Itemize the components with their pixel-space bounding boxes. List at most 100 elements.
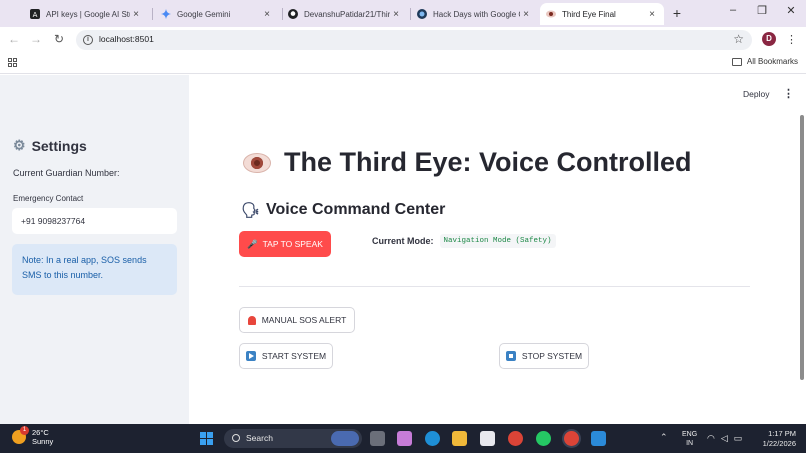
chrome-icon[interactable] xyxy=(508,431,523,446)
mode-value: Navigation Mode (Safety) xyxy=(439,234,556,248)
deploy-button[interactable]: Deploy xyxy=(743,89,769,99)
tab-label: Third Eye Final xyxy=(562,9,616,19)
edge-icon[interactable] xyxy=(425,431,440,446)
temperature: 26°C xyxy=(32,428,49,437)
back-icon[interactable]: ← xyxy=(7,32,21,46)
close-window-button[interactable]: ✕ xyxy=(784,4,798,17)
forward-icon[interactable]: → xyxy=(29,32,43,46)
notification-badge: 1 xyxy=(20,426,29,435)
streamlit-icon xyxy=(546,9,556,19)
folder-icon xyxy=(731,57,742,66)
tab-gemini[interactable]: Google Gemini × xyxy=(155,3,279,25)
file-explorer-icon[interactable] xyxy=(452,431,467,446)
tab-hack-days[interactable]: Hack Days with Google Cloud × xyxy=(411,3,538,25)
tap-to-speak-button[interactable]: 🎤 TAP TO SPEAK xyxy=(239,231,331,257)
page-title: The Third Eye: Voice Controlled xyxy=(243,147,692,178)
main-content: Deploy ⋮ The Third Eye: Voice Controlled… xyxy=(189,75,806,424)
tab-third-eye-final[interactable]: Third Eye Final × xyxy=(540,3,664,25)
close-icon[interactable]: × xyxy=(130,9,142,20)
gear-icon: ⚙ xyxy=(13,137,26,153)
restore-button[interactable]: ❐ xyxy=(755,4,769,17)
date: 1/22/2026 xyxy=(762,439,796,448)
tab-label: Google Gemini xyxy=(177,9,231,19)
sidebar-title-text: Settings xyxy=(31,137,87,154)
clock[interactable]: 1:17 PM 1/22/2026 xyxy=(756,429,796,449)
search-highlight-icon xyxy=(331,431,359,446)
close-icon[interactable]: × xyxy=(520,9,532,20)
start-label: START SYSTEM xyxy=(261,351,327,361)
language-indicator[interactable]: ENG IN xyxy=(682,430,697,448)
browser-menu-icon[interactable]: ⋮ xyxy=(786,33,797,46)
stop-label: STOP SYSTEM xyxy=(521,351,583,361)
site-info-icon[interactable]: i xyxy=(83,35,93,45)
new-tab-button[interactable]: + xyxy=(670,5,684,21)
all-bookmarks-label: All Bookmarks xyxy=(746,57,798,66)
start-system-button[interactable]: START SYSTEM xyxy=(239,343,333,369)
tab-label: Hack Days with Google Cloud xyxy=(433,9,520,19)
mode-label: Current Mode: xyxy=(372,236,434,246)
ai-studio-icon: A xyxy=(30,9,40,19)
tap-to-speak-label: TAP TO SPEAK xyxy=(262,239,323,249)
vscode-icon[interactable] xyxy=(591,431,606,446)
search-icon xyxy=(232,434,240,442)
task-view-icon[interactable] xyxy=(370,431,385,446)
bookmarks-bar: All Bookmarks xyxy=(0,52,806,74)
guardian-number-label: Current Guardian Number: xyxy=(13,168,120,178)
microphone-icon: 🎤 xyxy=(247,238,258,249)
play-icon xyxy=(245,351,256,361)
manual-sos-button[interactable]: MANUAL SOS ALERT xyxy=(239,307,355,333)
cloud-icon xyxy=(417,9,427,19)
tab-label: DevanshuPatidar21/ThirdEye xyxy=(304,9,390,19)
stop-system-button[interactable]: STOP SYSTEM xyxy=(499,343,589,369)
eye-icon xyxy=(243,152,271,173)
bookmark-star-icon[interactable]: ☆ xyxy=(733,32,744,46)
emergency-contact-input[interactable] xyxy=(12,208,177,234)
chrome-active-icon[interactable] xyxy=(564,431,579,446)
copilot-icon[interactable] xyxy=(397,431,412,446)
address-bar[interactable]: i localhost:8501 ☆ xyxy=(76,30,752,50)
close-icon[interactable]: × xyxy=(390,9,402,20)
scrollbar[interactable] xyxy=(800,115,804,380)
chevron-up-icon[interactable]: ⌃ xyxy=(660,432,668,443)
tab-api-keys[interactable]: A API keys | Google AI Studio × xyxy=(24,3,148,25)
close-icon[interactable]: × xyxy=(646,9,658,20)
speaking-head-icon: 🗣 xyxy=(241,202,261,219)
weather-condition: Sunny xyxy=(32,437,54,446)
search-label: Search xyxy=(246,433,273,443)
github-icon xyxy=(288,9,298,19)
gemini-icon xyxy=(161,9,171,19)
current-mode: Current Mode: Navigation Mode (Safety) xyxy=(372,234,556,248)
lang-top: ENG xyxy=(682,431,698,438)
tab-divider xyxy=(152,8,153,20)
minimize-button[interactable]: – xyxy=(726,4,740,16)
store-icon[interactable] xyxy=(480,431,495,446)
sidebar-title: ⚙ Settings xyxy=(13,137,87,154)
apps-grid-icon[interactable] xyxy=(8,58,17,67)
time: 1:17 PM xyxy=(768,429,796,438)
wifi-icon[interactable]: ◠ xyxy=(707,433,715,444)
screen: A API keys | Google AI Studio × Google G… xyxy=(0,0,806,453)
section-title: 🗣 Voice Command Center xyxy=(241,201,445,219)
url-text[interactable]: localhost:8501 xyxy=(99,34,154,44)
page-title-text: The Third Eye: Voice Controlled xyxy=(284,147,692,177)
section-title-text: Voice Command Center xyxy=(266,201,446,218)
windows-start-icon[interactable] xyxy=(200,432,214,446)
close-icon[interactable]: × xyxy=(261,9,273,20)
siren-icon xyxy=(247,315,256,325)
app-menu-icon[interactable]: ⋮ xyxy=(783,87,794,100)
tab-github[interactable]: DevanshuPatidar21/ThirdEye × xyxy=(282,3,408,25)
lang-bottom: IN xyxy=(686,440,694,447)
sos-note: Note: In a real app, SOS sends SMS to th… xyxy=(12,244,177,295)
whatsapp-icon[interactable] xyxy=(536,431,551,446)
weather-widget[interactable]: 1 26°C Sunny xyxy=(12,426,54,446)
battery-icon[interactable]: ▭ xyxy=(734,433,743,444)
system-tray[interactable]: ◠ ◁ ▭ xyxy=(707,433,742,444)
taskbar-search[interactable]: Search xyxy=(224,429,362,448)
all-bookmarks-button[interactable]: All Bookmarks xyxy=(731,57,798,66)
emergency-contact-label: Emergency Contact xyxy=(13,194,84,203)
stop-icon xyxy=(505,351,516,361)
sun-icon: 1 xyxy=(12,426,29,444)
reload-icon[interactable]: ↻ xyxy=(52,32,66,46)
profile-avatar[interactable]: D xyxy=(762,32,776,46)
volume-icon[interactable]: ◁ xyxy=(721,433,728,444)
